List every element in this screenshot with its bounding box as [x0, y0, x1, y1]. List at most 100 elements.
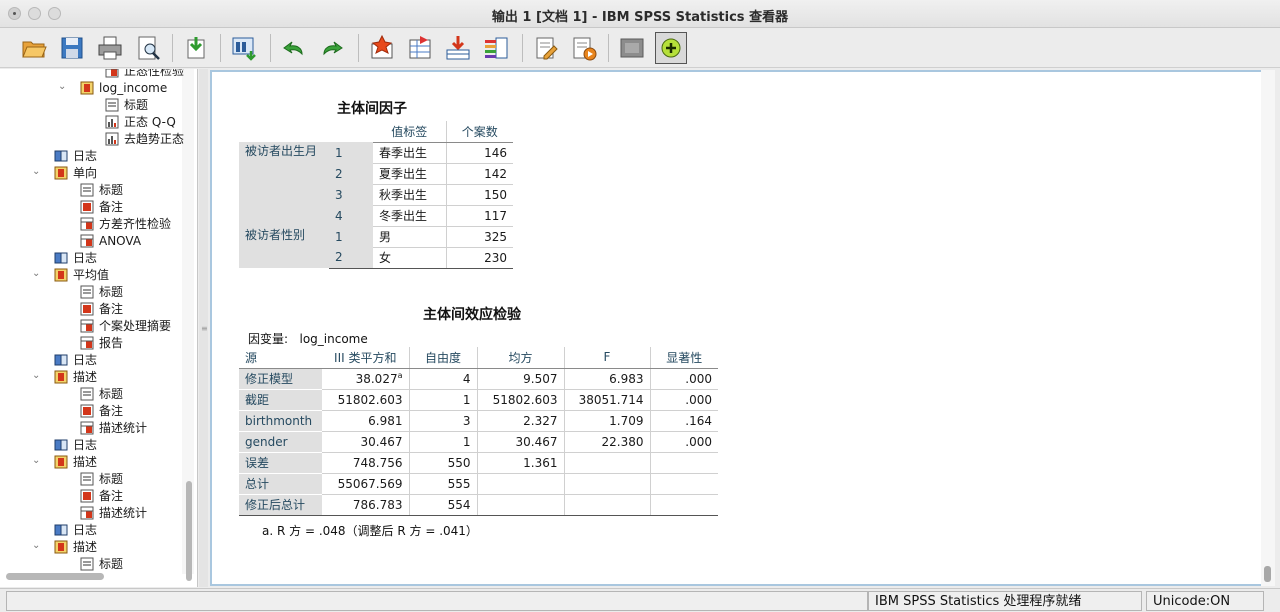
- outline-item[interactable]: 备注: [80, 199, 123, 216]
- outline-item[interactable]: 描述统计: [80, 420, 147, 437]
- outline-pane[interactable]: 正态性检验 log_income ⌄ 标题 正态 Q-Q 去趋势正态 日志 单向 ⌄ 标题 备注 方差…: [0, 69, 198, 587]
- outline-item[interactable]: 描述: [54, 369, 97, 386]
- export-icon[interactable]: [180, 32, 212, 64]
- recall-dialog-icon[interactable]: [228, 32, 260, 64]
- outline-item[interactable]: 标题: [80, 284, 123, 301]
- column-header: 个案数: [445, 121, 513, 143]
- outline-item[interactable]: 备注: [80, 403, 123, 420]
- print-icon[interactable]: [94, 32, 126, 64]
- insert-output-icon[interactable]: [442, 32, 474, 64]
- folder-book-icon: [80, 81, 95, 95]
- outline-item[interactable]: 备注: [80, 301, 123, 318]
- sig-cell: [649, 452, 718, 474]
- n-cell: 142: [445, 163, 513, 185]
- outline-item[interactable]: 日志: [54, 522, 97, 539]
- title-icon: [80, 387, 95, 401]
- outline-item[interactable]: 单向: [54, 165, 97, 182]
- tests-of-between-subjects-effects-table[interactable]: 源 III 类平方和 自由度 均方 F 显著性 修正模型 38.027a 4 9.507 6.983…: [239, 347, 718, 516]
- chevron-down-icon[interactable]: ⌄: [32, 371, 42, 381]
- log-icon: [54, 251, 69, 265]
- chevron-down-icon[interactable]: ⌄: [58, 82, 68, 92]
- print-preview-icon[interactable]: [132, 32, 164, 64]
- outline-item[interactable]: 标题: [80, 471, 123, 488]
- ms-value: 1.361: [523, 455, 558, 470]
- chevron-down-icon[interactable]: ⌄: [32, 167, 42, 177]
- sig-cell: [649, 494, 718, 516]
- chart-icon: [105, 132, 120, 146]
- save-icon[interactable]: [56, 32, 88, 64]
- status-bar: IBM SPSS Statistics 处理程序就绪 Unicode:ON: [0, 588, 1280, 612]
- ss-cell: 51802.603: [322, 389, 409, 411]
- outline-hscroll-thumb[interactable]: [6, 573, 104, 580]
- outline-item[interactable]: 日志: [54, 352, 97, 369]
- row-code: 2: [329, 247, 373, 269]
- ms-value: 9.507: [523, 371, 558, 386]
- f-cell: 1.709: [563, 410, 650, 432]
- outline-item[interactable]: 描述: [54, 539, 97, 556]
- variables-icon[interactable]: [480, 32, 512, 64]
- column-header: 显著性: [649, 347, 718, 369]
- chevron-down-icon[interactable]: ⌄: [32, 541, 42, 551]
- log-icon: [54, 438, 69, 452]
- outline-item[interactable]: 方差齐性检验: [80, 216, 171, 233]
- goto-data-icon[interactable]: [366, 32, 398, 64]
- row-code: 1: [329, 226, 373, 247]
- outline-item[interactable]: 备注: [80, 488, 123, 505]
- ss-value: 38.027: [355, 372, 398, 386]
- ss-cell: 6.981: [322, 410, 409, 432]
- table-icon: [80, 421, 95, 435]
- ss-value: 30.467: [360, 434, 403, 449]
- open-icon[interactable]: [18, 32, 50, 64]
- chevron-down-icon[interactable]: ⌄: [32, 456, 42, 466]
- outline-item[interactable]: 个案处理摘要: [80, 318, 171, 335]
- outline-item[interactable]: 描述统计: [80, 505, 147, 522]
- row-code: 3: [329, 184, 373, 205]
- df-value: 554: [447, 497, 471, 512]
- goto-case-icon[interactable]: [404, 32, 436, 64]
- status-message: [6, 591, 868, 611]
- tests-title: 主体间效应检验: [423, 307, 521, 323]
- ms-value: 30.467: [515, 434, 558, 449]
- outline-item[interactable]: 标题: [80, 182, 123, 199]
- value-label-cell: 夏季出生: [373, 163, 446, 185]
- df-value: 1: [462, 392, 471, 407]
- title-icon: [80, 557, 95, 571]
- folder-book-icon: [54, 166, 69, 180]
- table-row: 被访者性别 1 男 325: [239, 226, 513, 268]
- outline-item[interactable]: 正态性检验: [105, 69, 184, 80]
- ms-cell: 2.327: [476, 410, 564, 432]
- outline-item[interactable]: 标题: [80, 386, 123, 403]
- column-header: 值标签: [373, 121, 446, 143]
- output-pane: 主体间因子 值标签 个案数 被访者出生月 1 春季出生 146 2 夏季出生 142 3 秋季出生 1…: [210, 70, 1275, 586]
- outline-item[interactable]: 报告: [80, 335, 123, 352]
- redo-icon[interactable]: [316, 32, 348, 64]
- outline-item[interactable]: 日志: [54, 437, 97, 454]
- outline-item[interactable]: 正态 Q-Q: [105, 114, 176, 131]
- content-scrollbar[interactable]: [1261, 70, 1275, 586]
- window-title: 输出 1 [文档 1] - IBM SPSS Statistics 查看器: [491, 10, 789, 25]
- outline-item[interactable]: 标题: [105, 97, 148, 114]
- chevron-down-icon[interactable]: ⌄: [32, 269, 42, 279]
- outline-item[interactable]: ANOVA: [80, 233, 141, 250]
- source-cell: 总计: [239, 473, 322, 495]
- content-scroll-thumb[interactable]: [1264, 566, 1271, 582]
- outline-item[interactable]: 日志: [54, 250, 97, 267]
- outline-item[interactable]: 日志: [54, 148, 97, 165]
- pane-splitter[interactable]: ≡: [199, 69, 208, 587]
- show-icon[interactable]: [655, 32, 687, 64]
- undo-icon[interactable]: [278, 32, 310, 64]
- script-icon[interactable]: [568, 32, 600, 64]
- designate-window-icon[interactable]: [530, 32, 562, 64]
- ss-cell: 786.783: [322, 494, 409, 516]
- outline-item[interactable]: 去趋势正态: [105, 131, 184, 148]
- outline-item-label: 方差齐性检验: [99, 217, 172, 231]
- hide-icon[interactable]: [616, 32, 648, 64]
- outline-item[interactable]: log_income: [80, 80, 167, 97]
- between-subjects-factors-table[interactable]: 值标签 个案数 被访者出生月 1 春季出生 146 2 夏季出生 142 3 秋季出生 150 4 冬季出…: [239, 121, 513, 269]
- outline-scroll-thumb[interactable]: [186, 481, 192, 581]
- sig-value: .000: [685, 371, 712, 386]
- outline-item[interactable]: 标题: [80, 556, 123, 573]
- title-icon: [105, 98, 120, 112]
- outline-item[interactable]: 描述: [54, 454, 97, 471]
- outline-item[interactable]: 平均值: [54, 267, 109, 284]
